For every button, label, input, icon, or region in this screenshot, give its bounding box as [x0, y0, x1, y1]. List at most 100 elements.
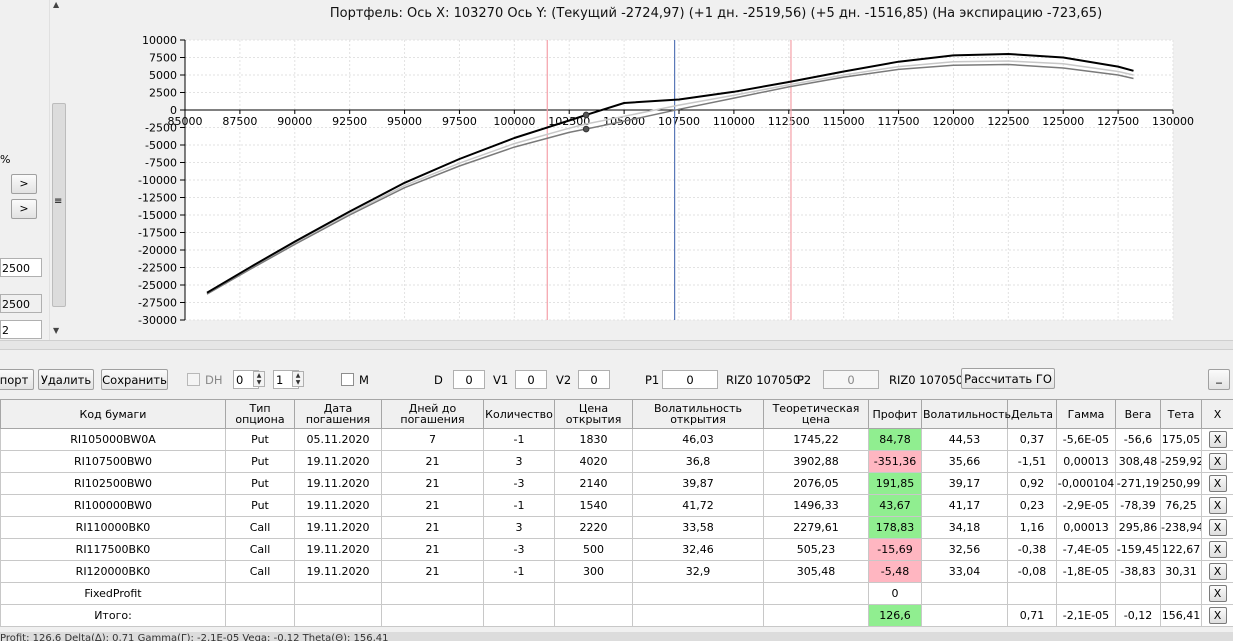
- table-cell: Put: [225, 450, 295, 473]
- y-tick-label: -7500: [145, 157, 177, 170]
- column-header[interactable]: Код бумаги: [0, 399, 226, 429]
- save-button[interactable]: Сохранить: [101, 369, 168, 390]
- column-header[interactable]: Гамма: [1056, 399, 1116, 429]
- table-cell: RI117500BK0: [0, 538, 226, 561]
- next-arrow-button-2[interactable]: >: [11, 199, 37, 219]
- table-cell: -351,36: [868, 450, 922, 473]
- table-row[interactable]: RI117500BK0 Call 19.11.2020 21 -3 500 32,46 505…: [0, 538, 1233, 561]
- remove-row-button[interactable]: X: [1208, 497, 1227, 514]
- table-cell: -2,9E-05: [1056, 494, 1116, 517]
- table-cell: 1540: [554, 494, 633, 517]
- column-header[interactable]: Волатильность: [921, 399, 1011, 429]
- x-tick-label: 107500: [658, 115, 700, 128]
- fixed-profit-row[interactable]: FixedProfit 0 X: [0, 582, 1233, 605]
- table-cell: X: [1201, 516, 1233, 539]
- column-header[interactable]: Дата погашения: [294, 399, 382, 429]
- panel-splitter[interactable]: [0, 340, 1233, 350]
- column-header[interactable]: Волатильность открытия: [632, 399, 764, 429]
- x-tick-label: 115000: [823, 115, 865, 128]
- v2-field[interactable]: 0: [578, 370, 610, 389]
- table-cell: Put: [225, 472, 295, 495]
- column-header[interactable]: Профит: [868, 399, 922, 429]
- left-field-2[interactable]: 2500: [0, 294, 42, 313]
- table-cell: 505,23: [763, 538, 869, 561]
- table-row[interactable]: RI102500BW0 Put 19.11.2020 21 -3 2140 39,87 207…: [0, 472, 1233, 495]
- minimize-button[interactable]: _: [1208, 369, 1230, 390]
- y-tick-label: -22500: [138, 262, 177, 275]
- remove-row-button[interactable]: X: [1208, 431, 1227, 448]
- table-row[interactable]: RI107500BW0 Put 19.11.2020 21 3 4020 36,8 3902,…: [0, 450, 1233, 473]
- table-cell: -1,51: [1007, 450, 1057, 473]
- remove-row-button[interactable]: X: [1208, 585, 1227, 602]
- table-cell: -78,39: [1115, 494, 1161, 517]
- m-checkbox[interactable]: [341, 373, 354, 386]
- table-cell: RI110000BK0: [0, 516, 226, 539]
- calculate-margin-button[interactable]: Рассчитать ГО: [961, 368, 1055, 389]
- table-row[interactable]: RI120000BK0 Call 19.11.2020 21 -1 300 32,9 305,…: [0, 560, 1233, 583]
- table-cell: 0,92: [1007, 472, 1057, 495]
- left-panel: % > > 2500 2500 2: [0, 0, 48, 340]
- table-cell: [632, 582, 764, 605]
- table-cell: 32,46: [632, 538, 764, 561]
- column-header[interactable]: Количество: [483, 399, 555, 429]
- remove-row-button[interactable]: X: [1208, 519, 1227, 536]
- column-header[interactable]: X: [1201, 399, 1233, 429]
- table-row[interactable]: RI100000BW0 Put 19.11.2020 21 -1 1540 41,72 149…: [0, 494, 1233, 517]
- table-cell: 05.11.2020: [294, 428, 382, 451]
- scroll-up-icon[interactable]: ▲: [53, 0, 59, 9]
- y-tick-label: 2500: [149, 87, 177, 100]
- p2-field[interactable]: 0: [823, 370, 879, 389]
- remove-row-button[interactable]: X: [1208, 607, 1227, 624]
- left-panel-scrollbar[interactable]: ▲ ≡ ▼: [49, 0, 67, 340]
- table-row[interactable]: RI105000BW0A Put 05.11.2020 7 -1 1830 46,03 174…: [0, 428, 1233, 451]
- column-header[interactable]: Дельта: [1007, 399, 1057, 429]
- current-point-marker: [582, 125, 590, 133]
- d-field[interactable]: 0: [453, 370, 485, 389]
- table-cell: [1115, 582, 1161, 605]
- dh-checkbox[interactable]: [187, 373, 200, 386]
- next-arrow-button-1[interactable]: >: [11, 174, 37, 194]
- scroll-down-icon[interactable]: ▼: [53, 326, 59, 335]
- table-cell: 3902,88: [763, 450, 869, 473]
- table-cell: [294, 604, 382, 627]
- x-tick-label: 117500: [878, 115, 920, 128]
- payoff-chart[interactable]: 100007500500025000-2500-5000-7500-10000-…: [66, 0, 1233, 340]
- left-field-3[interactable]: 2: [0, 320, 42, 339]
- table-cell: 33,58: [632, 516, 764, 539]
- column-header[interactable]: Дней до погашения: [381, 399, 484, 429]
- table-cell: 84,78: [868, 428, 922, 451]
- remove-row-button[interactable]: X: [1208, 453, 1227, 470]
- table-cell: 44,53: [921, 428, 1008, 451]
- remove-row-button[interactable]: X: [1208, 475, 1227, 492]
- column-header[interactable]: Тип опциона: [225, 399, 295, 429]
- table-cell: X: [1201, 450, 1233, 473]
- x-tick-label: 92500: [332, 115, 367, 128]
- remove-row-button[interactable]: X: [1208, 563, 1227, 580]
- column-header[interactable]: Тета: [1160, 399, 1202, 429]
- table-cell: -3: [483, 538, 555, 561]
- table-cell: 0,00013: [1056, 516, 1116, 539]
- spin2-arrows-icon[interactable]: ▲ ▼: [292, 371, 304, 387]
- table-cell: 126,6: [868, 604, 922, 627]
- column-header[interactable]: Вега: [1115, 399, 1161, 429]
- table-cell: X: [1201, 604, 1233, 627]
- left-field-1[interactable]: 2500: [0, 258, 42, 277]
- table-cell: -3: [483, 472, 555, 495]
- remove-row-button[interactable]: X: [1208, 541, 1227, 558]
- v2-label: V2: [556, 373, 572, 387]
- x-tick-label: 95000: [387, 115, 422, 128]
- column-header[interactable]: Теоретическая цена: [763, 399, 869, 429]
- v1-field[interactable]: 0: [515, 370, 547, 389]
- table-cell: [225, 582, 295, 605]
- table-row[interactable]: RI110000BK0 Call 19.11.2020 21 3 2220 33,58 227…: [0, 516, 1233, 539]
- import-button[interactable]: порт: [0, 369, 34, 390]
- delete-button[interactable]: Удалить: [38, 369, 94, 390]
- spin1-arrows-icon[interactable]: ▲ ▼: [253, 371, 265, 387]
- column-header[interactable]: Цена открытия: [554, 399, 633, 429]
- table-cell: Put: [225, 428, 295, 451]
- table-cell: -238,94: [1160, 516, 1202, 539]
- table-cell: 4020: [554, 450, 633, 473]
- current-point-marker: [582, 111, 590, 119]
- table-cell: Call: [225, 516, 295, 539]
- p1-field[interactable]: 0: [662, 370, 718, 389]
